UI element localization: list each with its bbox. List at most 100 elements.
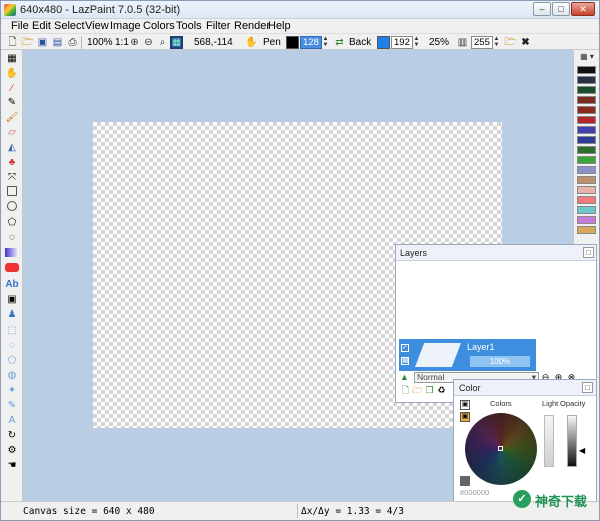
select-pen-icon[interactable]: ✎ [5, 399, 19, 412]
text-tool-icon[interactable]: Ab [5, 278, 19, 291]
back-color-swatch[interactable] [377, 36, 390, 49]
palette-swatch[interactable] [577, 196, 596, 204]
palette-swatch[interactable] [577, 106, 596, 114]
menu-select[interactable]: Select [54, 20, 85, 32]
color-title-bar[interactable]: Color □ [454, 380, 596, 396]
back-alpha-input[interactable]: 192 [391, 36, 413, 49]
new-file-icon[interactable]: 🗋 [6, 36, 19, 49]
palette-swatch[interactable] [577, 66, 596, 74]
palette-swatch[interactable] [577, 186, 596, 194]
pen-alpha-spinner[interactable]: ▲ ▼ [322, 36, 329, 49]
color-close-button[interactable]: □ [582, 382, 593, 393]
palette-swatch[interactable] [577, 176, 596, 184]
phong-shape-icon[interactable] [5, 263, 19, 272]
magic-wand-icon[interactable]: ✦ [5, 384, 19, 397]
palette-swatch[interactable] [577, 126, 596, 134]
cancel-icon[interactable]: ✖ [519, 36, 532, 49]
swap-colors-icon[interactable]: ⇄ [333, 36, 346, 49]
zoom-fit-icon[interactable]: ⌕ [156, 36, 169, 49]
delete-layer-icon[interactable]: ♻ [436, 385, 447, 396]
opacity-slider[interactable] [567, 415, 577, 467]
rectangle-tool-icon[interactable] [7, 186, 17, 196]
color-picker-icon[interactable]: ⁄ [5, 82, 19, 95]
palette-swatch[interactable] [577, 226, 596, 234]
polygon-tool-icon[interactable]: ⬠ [5, 216, 19, 229]
spline-tool-icon[interactable]: ◌ [5, 231, 19, 244]
eraser-tool-icon[interactable]: ▱ [5, 126, 19, 139]
layer-opacity-bar[interactable]: 100% [470, 356, 530, 367]
layers-title-bar[interactable]: Layers □ [396, 245, 596, 261]
hand-icon[interactable]: ✋ [245, 36, 258, 49]
load-image-icon[interactable]: 🗁 [504, 36, 517, 49]
select-poly-icon[interactable]: ⬠ [5, 354, 19, 367]
menu-help[interactable]: Help [268, 20, 291, 32]
settings-icon[interactable]: ⚙ [5, 444, 19, 457]
hand-pointer-icon[interactable]: ☚ [5, 459, 19, 472]
zoom-out-icon[interactable]: ⊖ [142, 36, 155, 49]
palette-swatch[interactable] [577, 96, 596, 104]
duplicate-layer-icon[interactable]: ❐ [424, 385, 435, 396]
save-as-icon[interactable]: ▤ [51, 36, 64, 49]
menu-tools[interactable]: Tools [176, 20, 202, 32]
layer-row[interactable]: ✓ ▦ Layer1 100% [399, 339, 536, 371]
back-alpha-spinner[interactable]: ▲ ▼ [413, 36, 420, 49]
light-slider[interactable] [544, 415, 554, 467]
hex-color-value[interactable]: #000000 [460, 488, 489, 497]
menu-image[interactable]: Image [110, 20, 141, 32]
pen-tool-icon[interactable]: ✎ [5, 96, 19, 109]
grid-toggle-icon[interactable]: ▦ [170, 36, 183, 49]
menu-render[interactable]: Render [234, 20, 270, 32]
gradient-tool-icon[interactable] [5, 248, 19, 257]
palette-swatch[interactable] [577, 166, 596, 174]
select-rect-icon[interactable]: ⬚ [5, 324, 19, 337]
brush-tool-icon[interactable]: 🖌 [5, 111, 19, 124]
palette-swatch[interactable] [577, 146, 596, 154]
palette-swatch[interactable] [577, 76, 596, 84]
layer-properties-icon[interactable]: ▲ [400, 372, 409, 382]
save-icon[interactable]: ▣ [36, 36, 49, 49]
deform-grid-icon[interactable]: ♟ [5, 308, 19, 321]
pen-alpha-input[interactable]: 128 [300, 36, 322, 49]
color-wheel-cursor[interactable] [498, 446, 503, 451]
add-layer-icon[interactable]: 🗋 [400, 385, 411, 396]
palette-swatch[interactable] [577, 86, 596, 94]
select-ellipse-icon[interactable]: ◌ [5, 339, 19, 352]
select-spline-icon[interactable]: ◍ [5, 369, 19, 382]
menu-filter[interactable]: Filter [206, 20, 230, 32]
ellipse-tool-icon[interactable] [7, 201, 17, 211]
zoom-in-icon[interactable]: ⊕ [128, 36, 141, 49]
layers-close-button[interactable]: □ [583, 247, 594, 258]
palette-swatch[interactable] [577, 116, 596, 124]
move-selection-icon[interactable]: ⤧ [5, 171, 19, 184]
tolerance-value[interactable]: 25% [429, 37, 449, 48]
zoom-level[interactable]: 100% [87, 37, 113, 48]
palette-menu-icon[interactable]: ▦ ▾ [576, 52, 598, 62]
import-layer-icon[interactable]: 🗁 [412, 385, 423, 396]
pen-color-swatch[interactable] [286, 36, 299, 49]
menu-file[interactable]: File [11, 20, 29, 32]
palette-swatch[interactable] [577, 206, 596, 214]
palette-swatch[interactable] [577, 156, 596, 164]
menu-edit[interactable]: Edit [32, 20, 51, 32]
menu-colors[interactable]: Colors [143, 20, 175, 32]
palette-swatch[interactable] [577, 136, 596, 144]
pen-swatch-icon[interactable]: ▣ [460, 400, 470, 410]
layer-grid-icon[interactable]: ▣ [5, 293, 19, 306]
zoom-ratio[interactable]: 1:1 [115, 37, 129, 48]
opacity-spinner[interactable]: ▲ ▼ [493, 36, 500, 49]
select-text-icon[interactable]: A [5, 414, 19, 427]
select-grid-icon[interactable]: ▦ [5, 52, 19, 65]
layer-name[interactable]: Layer1 [467, 342, 495, 352]
fill-bucket-icon[interactable]: ◭ [5, 141, 19, 154]
maximize-button[interactable]: □ [552, 2, 570, 16]
rotate-selection-icon[interactable]: ↻ [5, 429, 19, 442]
back-swatch-icon[interactable]: ▣ [460, 412, 470, 422]
print-icon[interactable]: ⎙ [66, 36, 79, 49]
layer-visible-checkbox[interactable]: ✓ [401, 344, 409, 352]
clone-stamp-icon[interactable]: ♣ [5, 156, 19, 169]
close-button[interactable]: ✕ [571, 2, 595, 16]
palette-swatch[interactable] [577, 216, 596, 224]
menu-view[interactable]: View [85, 20, 109, 32]
open-folder-icon[interactable]: 🗁 [21, 36, 34, 49]
opacity-input[interactable]: 255 [471, 36, 493, 49]
